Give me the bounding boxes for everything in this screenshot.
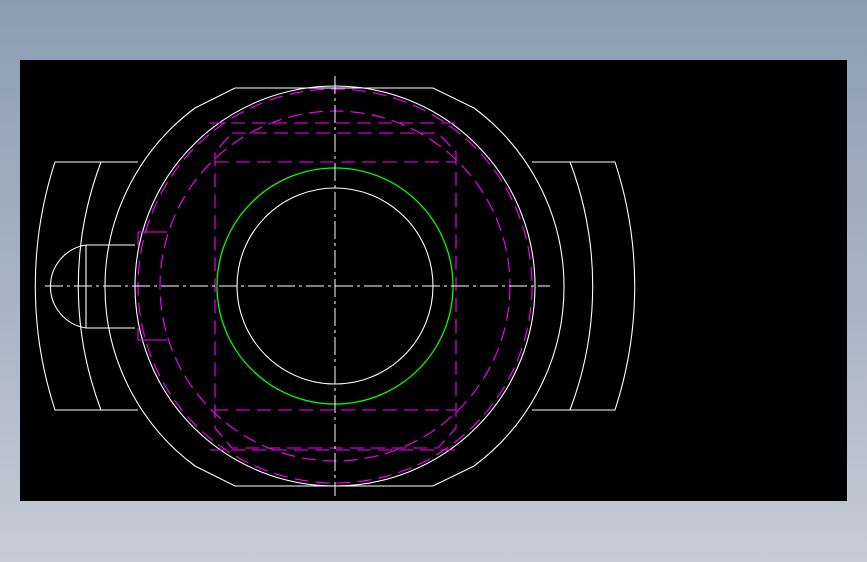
grease-nipple bbox=[49, 244, 135, 329]
cad-viewport[interactable] bbox=[20, 60, 847, 501]
right-flange-inner-arc bbox=[569, 161, 594, 411]
cad-drawing bbox=[34, 76, 636, 496]
